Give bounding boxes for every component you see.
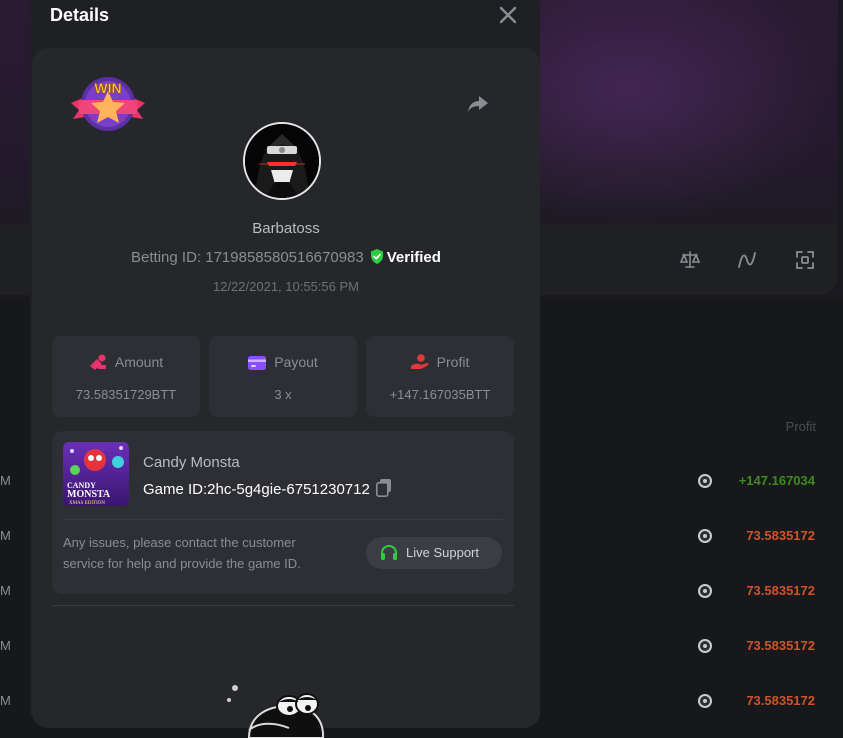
stat-label: Profit: [436, 354, 470, 370]
verified-shield-icon: [370, 249, 384, 268]
game-id-row: Game ID:2hc-5g4gie-6751230712: [143, 479, 392, 501]
stat-amount: Amount 73.58351729BTT: [52, 336, 200, 417]
close-button[interactable]: [498, 5, 518, 25]
bet-datetime: 12/22/2021, 10:55:56 PM: [212, 279, 359, 294]
coins-icon: [89, 354, 106, 370]
row-profit: 73.5835172: [746, 638, 815, 653]
modal-title: Details: [50, 5, 110, 25]
coin-icon: [698, 529, 712, 543]
avatar: [243, 122, 321, 200]
win-badge-icon: WIN: [69, 75, 147, 133]
profit-column-header: Profit: [785, 419, 816, 434]
game-info-box: CANDY MONSTA XMAS EDITION Candy Monsta G…: [52, 431, 514, 594]
mascot-image: [219, 678, 329, 738]
fairness-scale-icon[interactable]: [680, 250, 700, 270]
hand-coin-icon: [410, 354, 429, 369]
betting-id: Betting ID: 1719858580516670983: [131, 249, 364, 266]
chart-curve-icon[interactable]: [737, 250, 757, 270]
row-time: M: [0, 473, 11, 488]
copy-button[interactable]: [375, 479, 392, 501]
hero-glow: [540, 0, 838, 225]
game-thumbnail[interactable]: CANDY MONSTA XMAS EDITION: [63, 442, 129, 506]
headset-icon: [381, 545, 397, 560]
row-time: M: [0, 528, 11, 543]
coin-icon: [698, 584, 712, 598]
betting-id-row: Betting ID: 1719858580516670983 Verified: [32, 249, 540, 268]
row-time: M: [0, 638, 11, 653]
stat-profit: Profit +147.167035BTT: [366, 336, 514, 417]
divider: [63, 519, 503, 520]
game-id: Game ID:2hc-5g4gie-6751230712: [143, 481, 370, 498]
live-support-button[interactable]: Live Support: [366, 537, 502, 569]
coin-icon: [698, 694, 712, 708]
row-profit: +147.167034: [738, 473, 815, 488]
details-modal: Details WIN Barbatoss Betting ID: 171985…: [30, 0, 540, 738]
game-name: Candy Monsta: [143, 454, 240, 471]
stat-label: Payout: [274, 354, 318, 370]
coin-icon: [698, 639, 712, 653]
verified-label: Verified: [386, 249, 441, 266]
row-time: M: [0, 583, 11, 598]
stat-value: 73.58351729BTT: [75, 387, 177, 402]
row-profit: 73.5835172: [746, 528, 815, 543]
stat-payout: Payout 3 x: [209, 336, 357, 417]
svg-text:XMAS EDITION: XMAS EDITION: [69, 501, 105, 506]
card-icon: [248, 356, 267, 370]
row-profit: 73.5835172: [746, 583, 815, 598]
fullscreen-icon[interactable]: [795, 250, 815, 270]
stat-label: Amount: [114, 354, 164, 370]
close-icon: [499, 6, 517, 24]
details-card: WIN Barbatoss Betting ID: 17198585805166…: [32, 48, 540, 738]
stat-value: 3 x: [274, 387, 292, 402]
support-message: Any issues, please contact the customer …: [63, 535, 301, 571]
divider: [52, 605, 514, 606]
share-button[interactable]: [467, 94, 489, 114]
username: Barbatoss: [252, 220, 320, 237]
row-time: M: [0, 693, 11, 708]
share-icon: [468, 96, 488, 112]
stat-value: +147.167035BTT: [389, 387, 491, 402]
copy-icon: [375, 479, 391, 497]
svg-text:WIN: WIN: [94, 80, 121, 96]
svg-text:MONSTA: MONSTA: [67, 489, 111, 500]
coin-icon: [698, 474, 712, 488]
row-profit: 73.5835172: [746, 693, 815, 708]
